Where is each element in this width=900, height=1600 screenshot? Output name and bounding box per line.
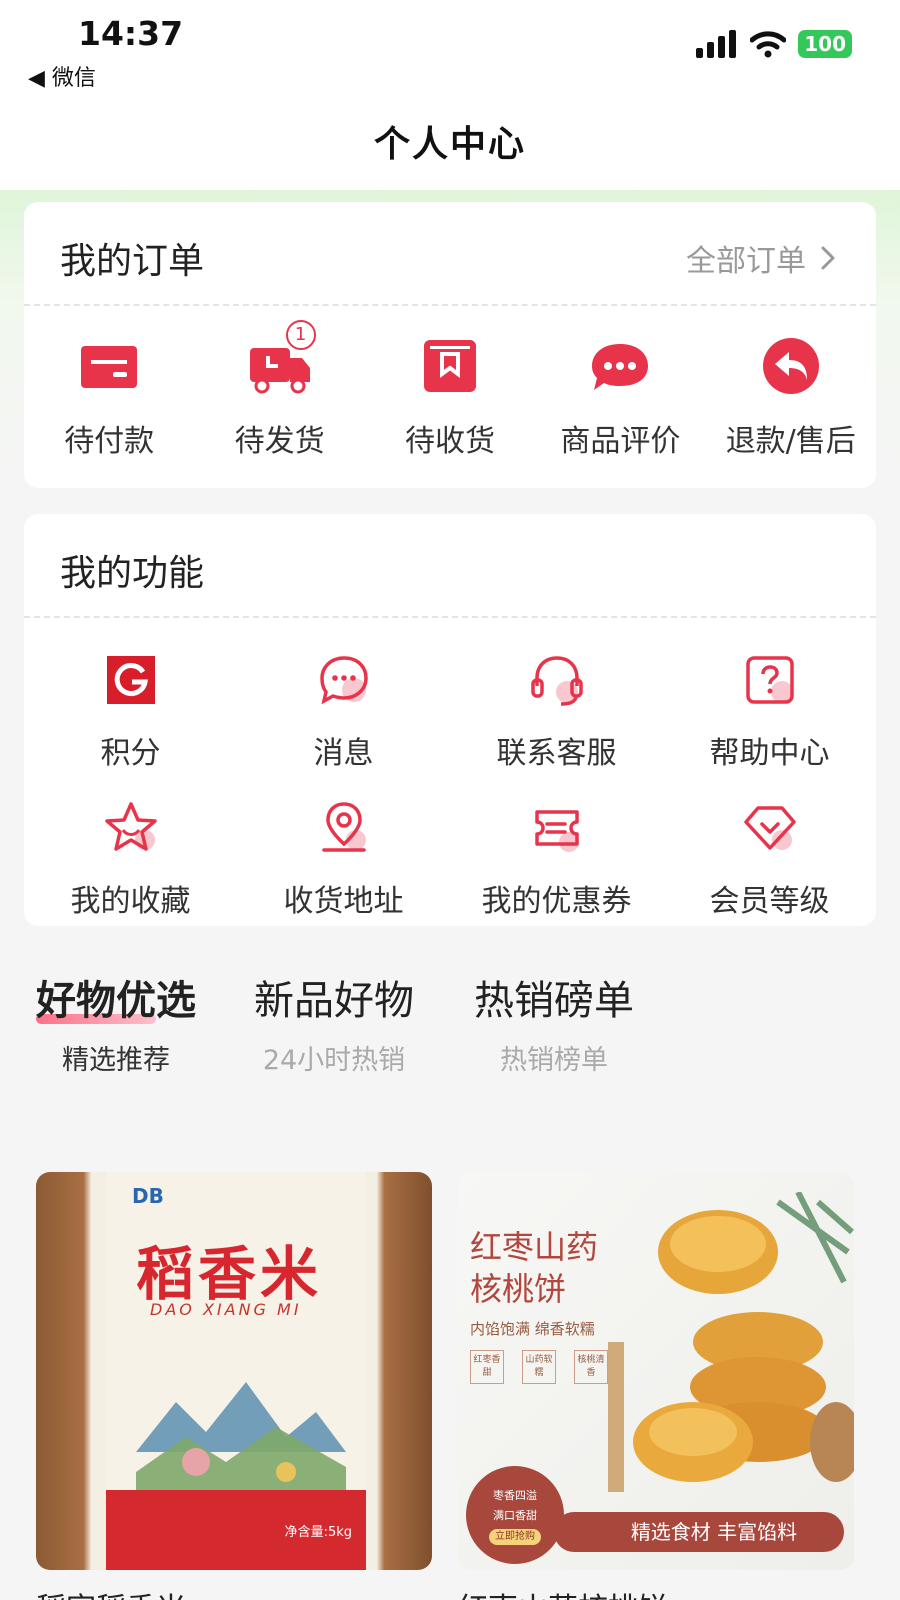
func-label: 我的优惠券: [481, 884, 632, 919]
tab-title: 好物优选: [36, 978, 196, 1024]
wifi-icon: [750, 31, 787, 58]
pastry-tags: 红枣香甜 山药软糯 核桃清香: [470, 1350, 608, 1384]
help-icon: [745, 656, 794, 704]
all-orders-link[interactable]: 全部订单: [686, 236, 836, 280]
product-image[interactable]: 红枣山药 核桃饼 内馅饱满 绵香软糯 红枣香甜 山药软糯 核桃清香 精选食材 丰…: [458, 1172, 854, 1570]
buy-now-button[interactable]: 立即抢购: [489, 1529, 541, 1545]
product-name: 稻宗稻香米: [36, 1584, 432, 1600]
tab-title: 热销磅单: [474, 978, 634, 1024]
page-title: 个人中心: [373, 124, 526, 165]
func-label: 积分: [100, 736, 161, 771]
orders-card-header: 我的订单 全部订单: [24, 202, 876, 306]
func-messages[interactable]: 消息: [237, 650, 450, 772]
all-orders-label: 全部订单: [686, 244, 806, 279]
orders-card: 我的订单 全部订单 待付款 1 待发货 待收货 商品评价 退款/售后: [24, 202, 876, 488]
func-member-level[interactable]: 会员等级: [663, 798, 876, 920]
func-customer-service[interactable]: 联系客服: [450, 650, 663, 772]
tab-subtitle: 24小时热销: [262, 1045, 406, 1076]
order-label: 退款/售后: [725, 424, 856, 459]
nav-bar: 个人中心: [0, 100, 900, 190]
shipment-count-badge: 1: [285, 320, 316, 350]
pastry-ribbon: 精选食材 丰富馅料: [554, 1512, 844, 1552]
product-card[interactable]: DB 稻香米 DAO XIANG MI 净含量:5kg 稻宗稻香米: [36, 1172, 432, 1600]
order-pending-payment[interactable]: 待付款: [24, 334, 194, 460]
order-review[interactable]: 商品评价: [535, 334, 705, 460]
pastry-illustration: [608, 1192, 854, 1492]
star-icon: [104, 802, 157, 851]
func-label: 收货地址: [283, 884, 404, 919]
status-indicators: 100: [694, 30, 852, 58]
pastry-promo-circle: 枣香四溢 满口香甜 立即抢购: [466, 1466, 564, 1564]
tab-subtitle: 热销榜单: [500, 1045, 608, 1076]
func-address[interactable]: 收货地址: [237, 798, 450, 920]
func-favorites[interactable]: 我的收藏: [24, 798, 237, 920]
chevron-right-icon: [821, 246, 835, 270]
signal-icon: [696, 30, 737, 58]
pastry-subtitle: 内馅饱满 绵香软糯: [470, 1320, 595, 1338]
order-pending-receipt[interactable]: 待收货: [365, 334, 535, 460]
pastry-tag: 核桃清香: [574, 1350, 608, 1384]
pastry-title: 红枣山药 核桃饼: [470, 1228, 599, 1308]
location-icon: [321, 802, 366, 852]
pastry-tag: 山药软糯: [522, 1350, 556, 1384]
order-pending-shipment[interactable]: 1 待发货: [195, 320, 365, 460]
func-label: 联系客服: [496, 736, 617, 771]
brand-logo: DB: [132, 1184, 164, 1208]
func-label: 帮助中心: [709, 736, 830, 771]
status-time: 14:37: [78, 14, 184, 53]
chat-bubble-icon: [592, 344, 649, 390]
func-label: 我的收藏: [70, 884, 191, 919]
orders-title: 我的订单: [60, 241, 205, 282]
diamond-icon: [743, 806, 796, 850]
tab-title: 新品好物: [254, 978, 414, 1024]
return-icon: [762, 338, 819, 394]
coupon-icon: [534, 810, 579, 852]
box-icon: [423, 340, 476, 392]
net-weight-label: 净含量:5kg: [284, 1525, 352, 1540]
headset-icon: [530, 656, 583, 706]
order-label: 待收货: [404, 424, 495, 459]
order-label: 待付款: [64, 424, 155, 459]
tab-featured[interactable]: 好物优选 精选推荐: [36, 968, 196, 1077]
func-coupons[interactable]: 我的优惠券: [450, 798, 663, 920]
product-image[interactable]: DB 稻香米 DAO XIANG MI 净含量:5kg: [36, 1172, 432, 1570]
status-bar: 14:37 ◀ 微信 100: [0, 0, 900, 100]
back-to-wechat-link[interactable]: ◀ 微信: [28, 60, 96, 92]
pastry-tag: 红枣香甜: [470, 1350, 504, 1384]
func-points[interactable]: 积分: [24, 650, 237, 772]
battery-icon: 100: [798, 30, 852, 58]
points-icon: [106, 656, 155, 704]
card-icon: [81, 346, 138, 388]
rice-bag-title: 稻香米: [136, 1240, 323, 1308]
func-label: 会员等级: [709, 884, 830, 919]
mountain-illustration: [136, 1382, 346, 1492]
func-help-center[interactable]: 帮助中心: [663, 650, 876, 772]
product-tabs: 好物优选 精选推荐 新品好物 24小时热销 热销磅单 热销榜单: [36, 968, 866, 1078]
tab-subtitle: 精选推荐: [62, 1045, 170, 1076]
message-icon: [319, 656, 368, 705]
product-name: 红枣山药核桃饼: [458, 1584, 854, 1600]
functions-card: 我的功能 积分 消息 联系客服 帮助中心 我的收藏 收货地址 我的优惠券 会员等…: [24, 514, 876, 926]
order-label: 商品评价: [560, 424, 681, 459]
tab-new-arrivals[interactable]: 新品好物 24小时热销: [254, 968, 414, 1077]
functions-title: 我的功能: [60, 553, 205, 594]
order-label: 待发货: [234, 424, 325, 459]
functions-card-header: 我的功能: [24, 514, 876, 618]
tab-hot-sales[interactable]: 热销磅单 热销榜单: [474, 968, 634, 1077]
rice-bag-subtitle: DAO XIANG MI: [150, 1300, 302, 1319]
func-label: 消息: [313, 736, 374, 771]
product-card[interactable]: 红枣山药 核桃饼 内馅饱满 绵香软糯 红枣香甜 山药软糯 核桃清香 精选食材 丰…: [458, 1172, 854, 1600]
order-refund[interactable]: 退款/售后: [706, 334, 876, 460]
